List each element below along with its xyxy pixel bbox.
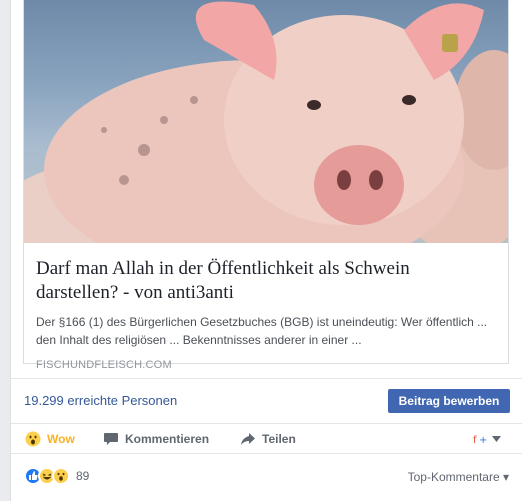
comment-button[interactable]: Kommentieren <box>103 431 209 447</box>
wow-reaction-icon <box>52 467 70 485</box>
pig-illustration <box>24 1 508 243</box>
reaction-summary: 89 Top-Kommentare ▾ <box>11 455 522 495</box>
wow-reaction-button[interactable]: Wow <box>25 431 75 447</box>
svg-text:+: + <box>479 435 487 446</box>
boost-post-button[interactable]: Beitrag bewerben <box>388 389 510 413</box>
pig-photo[interactable] <box>24 0 508 243</box>
link-description: Der §166 (1) des Bürgerlichen Gesetzbuch… <box>36 315 488 347</box>
reaction-icons[interactable]: 89 <box>24 467 89 485</box>
page-avatar-icon: f + <box>472 432 488 446</box>
share-icon <box>241 433 255 445</box>
chevron-down-icon <box>492 436 501 442</box>
link-title[interactable]: Darf man Allah in der Öffentlichkeit als… <box>36 257 496 305</box>
comment-sort-dropdown[interactable]: Top-Kommentare ▾ <box>408 470 509 484</box>
feed-post: Darf man Allah in der Öffentlichkeit als… <box>10 0 522 501</box>
svg-text:f: f <box>473 435 477 446</box>
reach-bar: 19.299 erreichte Personen Beitrag bewerb… <box>11 378 522 424</box>
comment-label: Kommentieren <box>125 432 210 446</box>
share-button[interactable]: Teilen <box>240 431 296 447</box>
wow-label: Wow <box>47 432 75 446</box>
post-as-selector[interactable]: f + <box>472 432 501 446</box>
reach-count-link[interactable]: 19.299 erreichte Personen <box>24 393 177 408</box>
wow-icon <box>25 431 41 447</box>
comment-icon <box>104 433 118 445</box>
share-label: Teilen <box>262 432 296 446</box>
action-bar: Wow Kommentieren Teilen f + <box>11 424 522 454</box>
link-preview-card[interactable]: Darf man Allah in der Öffentlichkeit als… <box>23 0 509 371</box>
link-domain: FISCHUNDFLEISCH.COM <box>36 359 172 371</box>
reaction-count: 89 <box>76 469 90 483</box>
